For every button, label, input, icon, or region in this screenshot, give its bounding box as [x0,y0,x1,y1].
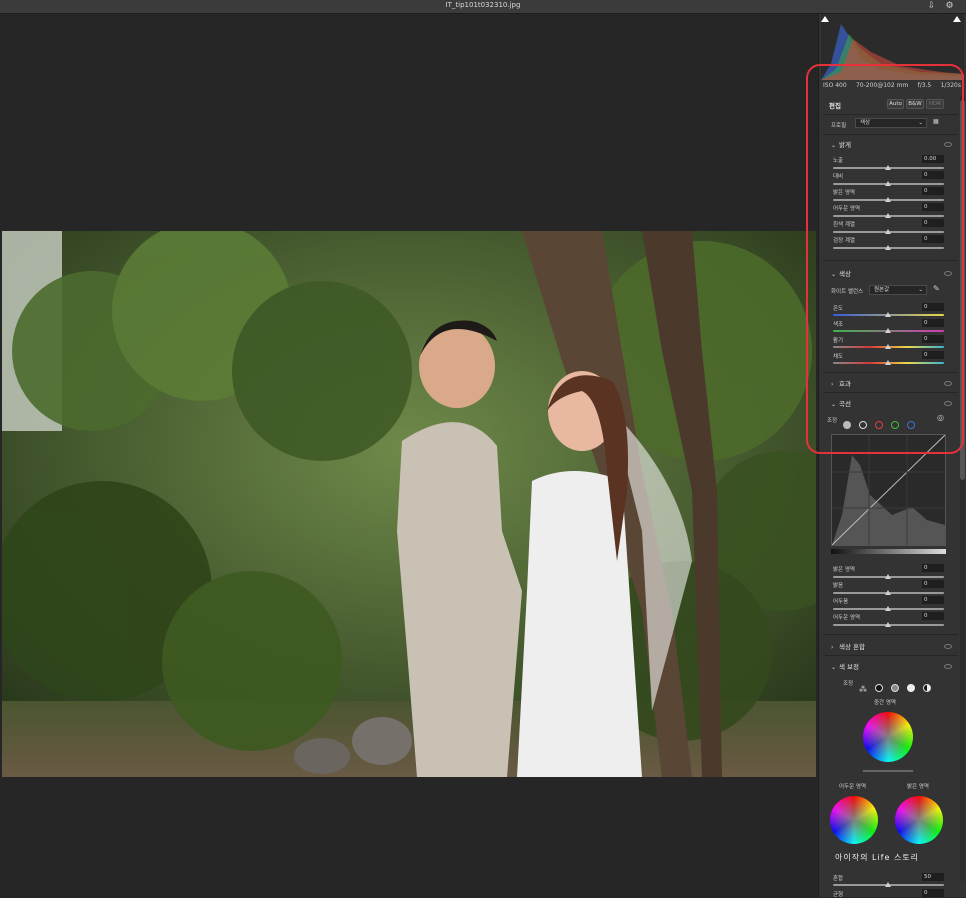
blend-value[interactable]: 50 [922,873,944,881]
color-grading-section-header[interactable]: ⌄ 색 보정 [831,661,859,671]
color-mixer-section-header[interactable]: › 색상 혼합 [831,641,865,651]
slider-knob[interactable] [885,590,891,595]
slider-knob[interactable] [885,882,891,887]
balance-value[interactable]: 0 [922,889,944,897]
eye-icon[interactable] [944,644,952,649]
chevron-right-icon: › [831,644,834,651]
watermark: 아이작의 Life 스토리 [835,853,920,862]
shadows-color-wheel[interactable] [830,796,878,844]
curve-lights-value[interactable]: 0 [922,580,944,588]
photo [2,231,816,777]
curve-shadows-value[interactable]: 0 [922,612,944,620]
blend-label: 혼합 [833,876,844,882]
grading-adjust-label: 조정 [843,681,854,687]
curve-darks-label: 어두움 [833,599,849,605]
slider-knob[interactable] [885,622,891,627]
slider-knob[interactable] [885,574,891,579]
shadows-wheel-icon[interactable] [875,683,884,692]
window-title: IT_tip101t032310.jpg [445,1,521,9]
highlights-wheel-label: 밝은 영역 [907,784,929,790]
highlights-wheel-icon[interactable] [907,683,916,692]
wedding-photo-illustration [2,231,816,777]
grading-mode-buttons: ⁂ [859,677,934,696]
eye-icon[interactable] [944,664,952,669]
divider [823,655,958,656]
highlight-annotation [806,64,964,454]
curve-lights-label: 밝음 [833,583,844,589]
midtones-wheel-icon[interactable] [891,683,900,692]
curve-region-bar[interactable] [831,549,946,554]
slider-knob[interactable] [885,606,891,611]
divider [823,634,958,635]
title-bar: IT_tip101t032310.jpg ⇩ ⚙ [0,0,966,14]
curve-darks-value[interactable]: 0 [922,596,944,604]
three-way-icon[interactable]: ⁂ [859,685,867,694]
share-icon[interactable]: ⇩ [926,1,937,12]
midtones-luminance-slider[interactable] [863,770,913,772]
shadows-wheel-label: 어두운 영역 [839,784,867,790]
curve-highlights-label: 밝은 영역 [833,567,855,573]
curve-highlights-value[interactable]: 0 [922,564,944,572]
chevron-down-icon: ⌄ [831,664,837,671]
curve-shadows-label: 어두운 영역 [833,615,861,621]
gear-icon[interactable]: ⚙ [944,1,955,12]
highlights-color-wheel[interactable] [895,796,943,844]
midtones-color-wheel[interactable] [863,712,913,762]
global-wheel-icon[interactable] [923,683,932,692]
midtones-label: 중간 영역 [874,700,896,706]
